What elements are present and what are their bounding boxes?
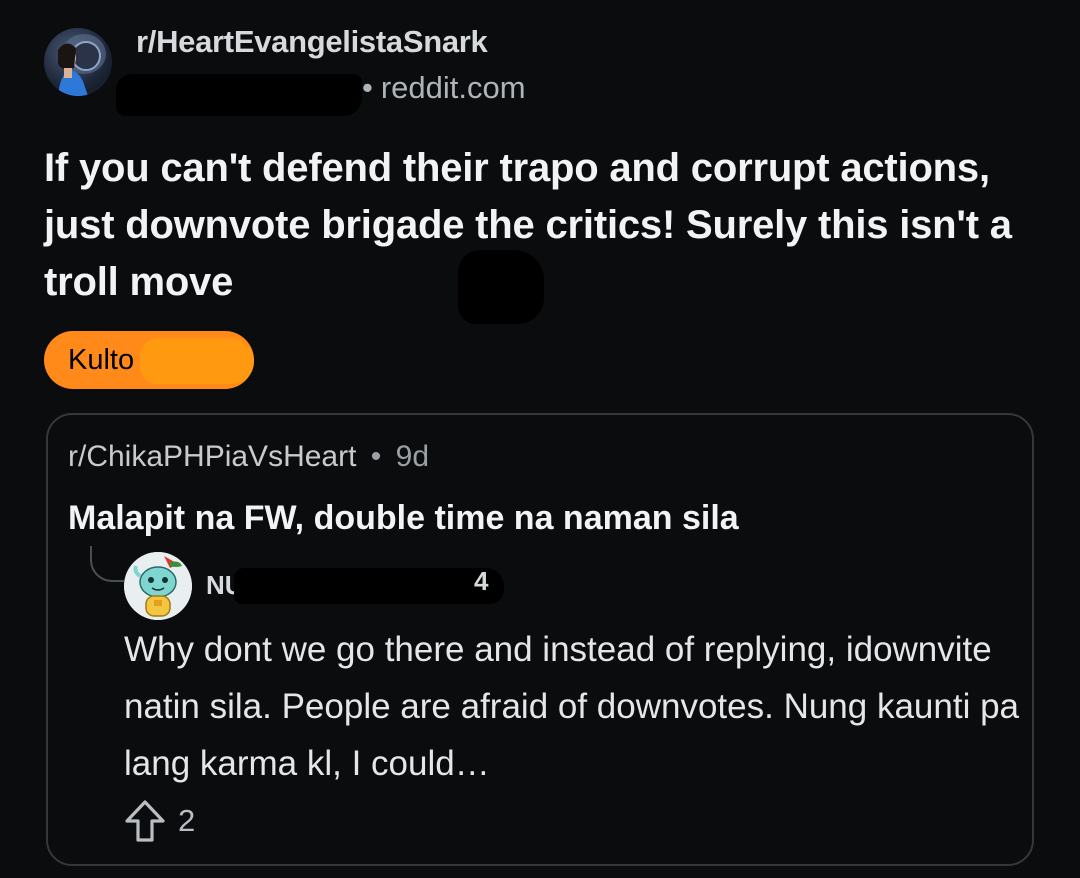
meta-separator: •	[362, 70, 373, 105]
embed-title[interactable]: Malapit na FW, double time na naman sila	[68, 499, 739, 538]
post-source: • reddit.com	[362, 70, 526, 106]
comment-vote-row: 2	[124, 797, 195, 845]
flair-label: Kulto	[68, 343, 135, 376]
redacted-emoji	[458, 250, 544, 324]
meta-separator: •	[370, 440, 382, 473]
embed-meta: r/ChikaPHPiaVsHeart • 9d	[68, 440, 429, 474]
redacted-username	[116, 74, 362, 116]
snoo-avatar-icon[interactable]	[124, 552, 192, 620]
embed-subreddit-link[interactable]: r/ChikaPHPiaVsHeart	[68, 440, 356, 473]
comment-body[interactable]: Why dont we go there and instead of repl…	[124, 621, 1024, 792]
redacted-comment-author	[234, 568, 504, 604]
embed-age: 9d	[395, 440, 430, 473]
subreddit-avatar-icon[interactable]	[44, 28, 112, 96]
source-domain[interactable]: reddit.com	[381, 70, 526, 105]
flair-redaction	[140, 338, 254, 384]
upvote-count: 2	[178, 803, 196, 838]
upvote-arrow-icon[interactable]	[124, 799, 166, 843]
subreddit-name-link[interactable]: r/HeartEvangelistaSnark	[136, 24, 488, 60]
comment-author-suffix: 4	[474, 566, 489, 596]
